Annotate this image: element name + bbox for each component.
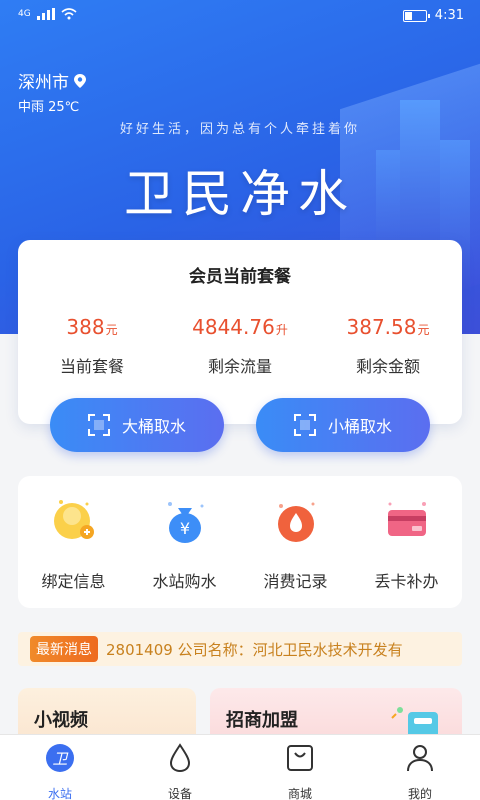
svg-text:卫: 卫 [52,750,68,768]
stat-label: 当前套餐 [59,357,124,376]
page-title: 卫民净水 [124,165,356,223]
person-icon [407,745,433,772]
water-drop-record-icon [277,502,314,542]
clock: 4:31 [434,8,464,23]
news-text: 2801409 公司名称：河北卫民水技术开发有 [106,640,403,659]
menu-item-bind-info[interactable]: 绑定信息 [18,476,129,608]
join-card-title: 招商加盟 [226,710,298,731]
small-bucket-button[interactable]: 小桶取水 [256,398,430,452]
stat-remaining-amount: 387.58元 剩余金额 [314,315,462,377]
stat-unit: 元 [105,323,118,337]
menu-item-consume-record[interactable]: 消费记录 [240,476,351,608]
menu-label: 消费记录 [263,572,328,591]
menu-label: 水站购水 [152,572,217,591]
stat-value: 387.58 [346,315,417,339]
water-station-icon: 卫 [46,744,74,772]
tab-mine[interactable]: 我的 [360,735,480,800]
tab-label: 商城 [287,787,312,800]
package-card: 会员当前套餐 388元 当前套餐 4844.76升 剩余流量 387.58元 剩… [18,240,462,424]
stat-unit: 升 [275,323,288,337]
tab-label: 水站 [47,787,72,800]
drop-icon [169,743,191,773]
big-bucket-label: 大桶取水 [121,417,186,436]
city-label: 深州市 [18,73,69,93]
menu-item-buy-water[interactable]: ¥ 水站购水 [129,476,240,608]
weather-label: 中雨 25℃ [18,100,80,115]
scan-icon [293,414,316,436]
stat-value: 388 [66,315,105,339]
stat-label: 剩余流量 [207,357,272,376]
tab-label: 我的 [407,787,432,800]
stat-label: 剩余金额 [355,357,420,376]
big-bucket-button[interactable]: 大桶取水 [50,398,224,452]
join-illustration-icon [391,707,438,736]
battery-icon [402,9,430,22]
tab-shop[interactable]: 商城 [240,735,360,800]
status-bar: 4G 4:31 [0,0,480,34]
small-bucket-label: 小桶取水 [327,417,392,436]
video-card[interactable]: 小视频 [18,688,196,736]
stat-value: 4844.76 [192,315,275,339]
slogan: 好好生活，因为总有个人牵挂着你 [119,122,360,137]
tab-water-station[interactable]: 卫 水站 [0,735,120,800]
card-icon [387,502,426,536]
location-selector[interactable]: 深州市 [18,68,87,93]
signal-icon [36,8,55,20]
package-title: 会员当前套餐 [189,267,291,287]
news-tag: 最新消息 [30,636,98,662]
menu-label: 绑定信息 [41,572,106,591]
money-bag-icon: ¥ [167,502,203,543]
svg-text:¥: ¥ [179,519,189,538]
quick-menu: 绑定信息 ¥ 水站购水 消费记录 丢卡补办 [18,476,462,608]
stat-current-package: 388元 当前套餐 [18,315,166,377]
tab-bar: 卫 水站 设备 商城 我的 [0,734,480,800]
stat-unit: 元 [417,323,430,337]
video-card-title: 小视频 [34,710,88,731]
shop-bag-icon [287,745,313,771]
menu-item-lost-card[interactable]: 丢卡补办 [351,476,462,608]
join-card[interactable]: 招商加盟 [210,688,462,736]
news-bar[interactable]: 最新消息 2801409 公司名称：河北卫民水技术开发有 [18,632,462,666]
wifi-icon [61,8,77,20]
network-label: 4G [18,9,31,19]
stat-remaining-flow: 4844.76升 剩余流量 [166,315,314,377]
menu-label: 丢卡补办 [374,572,439,591]
bind-info-icon [53,500,94,539]
tab-device[interactable]: 设备 [120,735,240,800]
location-pin-icon [74,73,86,88]
scan-icon [87,414,110,436]
tab-label: 设备 [167,787,192,800]
